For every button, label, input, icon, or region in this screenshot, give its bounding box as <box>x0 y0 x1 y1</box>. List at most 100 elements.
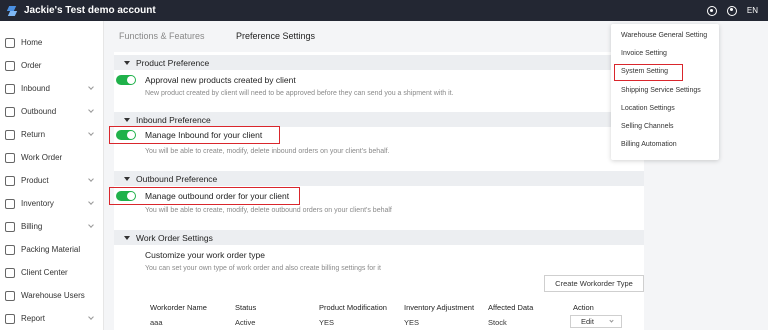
menu-item-shipping-service-settings[interactable]: Shipping Service Settings <box>611 81 719 99</box>
workorder-table: Workorder Name Status Product Modificati… <box>140 298 644 330</box>
create-workorder-type-button[interactable]: Create Workorder Type <box>544 275 644 292</box>
chevron-down-icon <box>609 318 614 323</box>
packing-icon <box>5 244 15 255</box>
product-approval-toggle[interactable] <box>116 75 136 85</box>
sidebar-item-client-center[interactable]: Client Center <box>0 261 103 284</box>
sidebar-item-label: Order <box>21 61 42 70</box>
sidebar-item-label: Work Order <box>21 153 63 162</box>
work-order-icon <box>5 152 15 163</box>
menu-item-warehouse-general-setting[interactable]: Warehouse General Setting <box>611 26 719 44</box>
cart-icon <box>5 60 15 71</box>
language-selector[interactable]: EN <box>747 6 758 15</box>
column-header: Workorder Name <box>150 303 207 312</box>
account-title: Jackie's Test demo account <box>24 5 156 16</box>
column-header: Affected Data <box>488 303 534 312</box>
inventory-icon <box>5 198 15 209</box>
manage-inbound-toggle[interactable] <box>116 130 136 140</box>
inventory-adjustment-cell: YES <box>404 318 420 327</box>
sidebar-item-label: Inventory <box>21 199 54 208</box>
caret-down-icon <box>124 176 130 181</box>
manage-inbound-desc: You will be able to create, modify, dele… <box>145 148 390 155</box>
status-cell: Active <box>235 318 256 327</box>
sidebar: Home Order Inbound Outbound Return Work … <box>0 21 104 330</box>
sidebar-item-label: Outbound <box>21 107 57 116</box>
workorder-name-cell: aaa <box>150 318 163 327</box>
sidebar-item-packing-material[interactable]: Packing Material <box>0 238 103 261</box>
users-icon <box>5 290 15 301</box>
sidebar-item-label: Client Center <box>21 268 68 277</box>
sidebar-item-outbound[interactable]: Outbound <box>0 100 103 123</box>
system-setting-highlight-box <box>614 64 683 81</box>
sidebar-item-inventory[interactable]: Inventory <box>0 192 103 215</box>
sidebar-item-label: Packing Material <box>21 245 81 254</box>
tag-icon <box>5 175 15 186</box>
product-approval-desc: New product created by client will need … <box>145 90 454 97</box>
sidebar-item-label: Home <box>21 38 43 47</box>
home-icon <box>5 37 15 48</box>
manage-outbound-title: Manage outbound order for your client <box>145 191 290 201</box>
edit-label: Edit <box>581 317 594 326</box>
manage-inbound-title: Manage Inbound for your client <box>145 130 263 140</box>
sidebar-item-warehouse-users[interactable]: Warehouse Users <box>0 284 103 307</box>
sidebar-item-label: Return <box>21 130 46 139</box>
gear-icon[interactable] <box>706 5 717 16</box>
work-order-settings-header[interactable]: Work Order Settings <box>114 230 644 245</box>
sidebar-item-home[interactable]: Home <box>0 31 103 54</box>
product-preference-header[interactable]: Product Preference <box>114 55 644 70</box>
chevron-down-icon <box>88 199 94 205</box>
sidebar-item-product[interactable]: Product <box>0 169 103 192</box>
menu-item-billing-automation[interactable]: Billing Automation <box>611 136 719 154</box>
column-header: Inventory Adjustment <box>404 303 475 312</box>
sidebar-item-work-order[interactable]: Work Order <box>0 146 103 169</box>
caret-down-icon <box>124 60 130 65</box>
menu-item-invoice-setting[interactable]: Invoice Setting <box>611 44 719 62</box>
section-title: Work Order Settings <box>136 232 213 243</box>
user-icon[interactable] <box>726 5 737 16</box>
sidebar-item-return[interactable]: Return <box>0 123 103 146</box>
manage-outbound-desc: You will be able to create, modify, dele… <box>145 207 392 214</box>
outbound-preference-header[interactable]: Outbound Preference <box>114 171 644 186</box>
sidebar-item-order[interactable]: Order <box>0 54 103 77</box>
tab-preference-settings[interactable]: Preference Settings <box>236 31 315 41</box>
tab-functions-features[interactable]: Functions & Features <box>119 31 205 41</box>
edit-action-button[interactable]: Edit <box>570 315 622 328</box>
chevron-down-icon <box>88 176 94 182</box>
settings-dropdown-menu: Warehouse General Setting Invoice Settin… <box>611 24 719 160</box>
sidebar-item-inbound[interactable]: Inbound <box>0 77 103 100</box>
caret-down-icon <box>124 235 130 240</box>
chevron-down-icon <box>88 314 94 320</box>
inbound-preference-header[interactable]: Inbound Preference <box>114 112 644 127</box>
sidebar-item-label: Product <box>21 176 49 185</box>
column-header: Status <box>235 303 257 312</box>
workorder-custom-title: Customize your work order type <box>145 250 265 260</box>
return-icon <box>5 129 15 140</box>
table-row: aaa Active YES YES Stock Edit <box>140 315 644 330</box>
table-header-row: Workorder Name Status Product Modificati… <box>140 298 644 316</box>
sidebar-item-report[interactable]: Report <box>0 307 103 330</box>
product-approval-title: Approval new products created by client <box>145 75 296 85</box>
product-modification-cell: YES <box>319 318 335 327</box>
sidebar-item-label: Warehouse Users <box>21 291 85 300</box>
chevron-down-icon <box>88 222 94 228</box>
top-bar: Jackie's Test demo account EN <box>0 0 768 21</box>
sidebar-item-billing[interactable]: Billing <box>0 215 103 238</box>
chevron-down-icon <box>88 107 94 113</box>
billing-icon <box>5 221 15 232</box>
affected-data-cell: Stock <box>488 318 507 327</box>
sidebar-item-label: Inbound <box>21 84 50 93</box>
chevron-down-icon <box>88 130 94 136</box>
column-header: Action <box>573 303 594 312</box>
sidebar-item-label: Billing <box>21 222 43 231</box>
section-title: Outbound Preference <box>136 173 218 184</box>
caret-down-icon <box>124 117 130 122</box>
menu-item-location-settings[interactable]: Location Settings <box>611 99 719 117</box>
menu-item-selling-channels[interactable]: Selling Channels <box>611 117 719 135</box>
inbound-icon <box>5 83 15 94</box>
manage-outbound-toggle[interactable] <box>116 191 136 201</box>
section-title: Inbound Preference <box>136 114 211 125</box>
top-right-controls: EN <box>706 0 758 21</box>
workorder-custom-desc: You can set your own type of work order … <box>145 265 381 272</box>
report-icon <box>5 313 15 324</box>
client-icon <box>5 267 15 278</box>
logo-icon <box>6 5 18 17</box>
